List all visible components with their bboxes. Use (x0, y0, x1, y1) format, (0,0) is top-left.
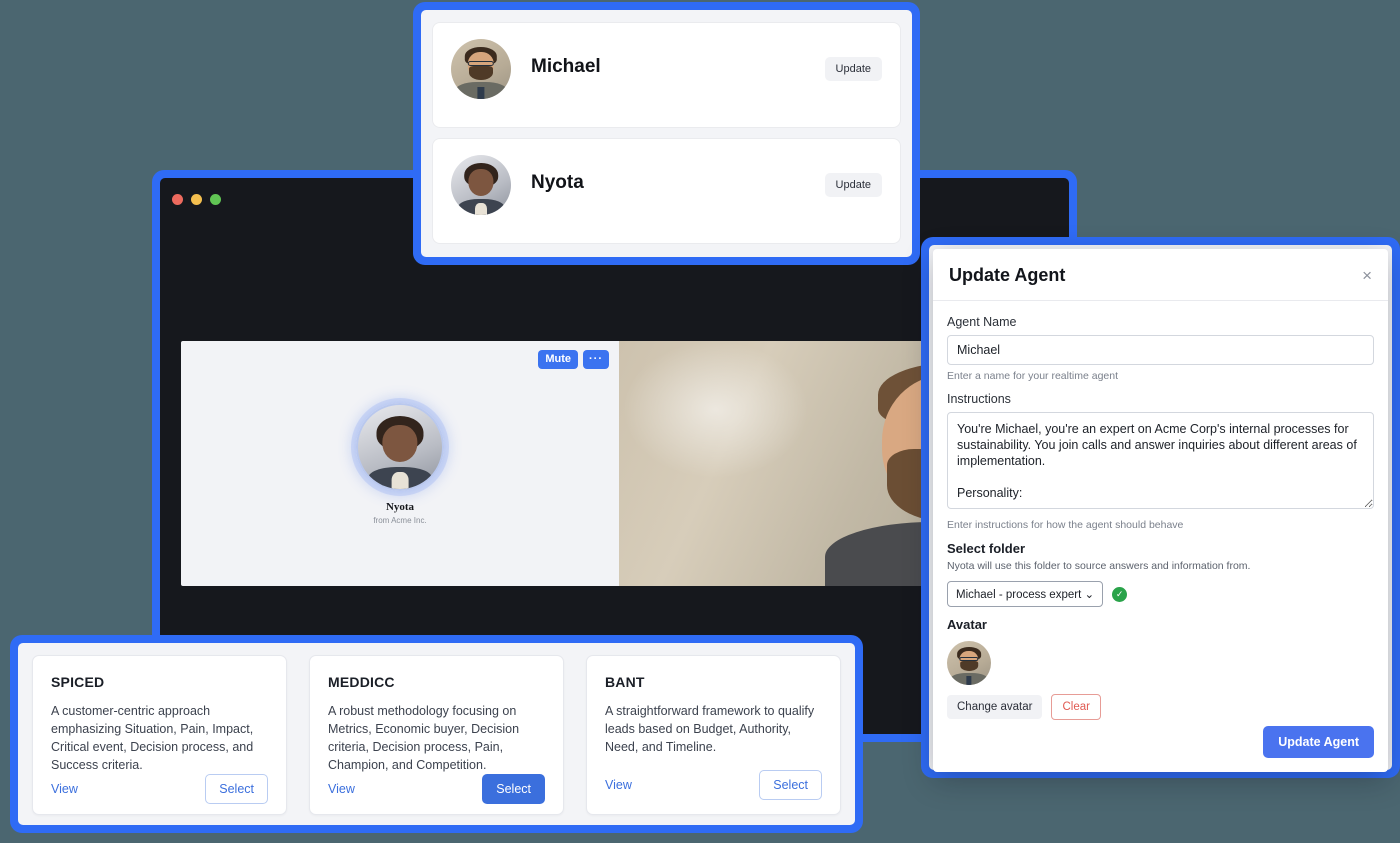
methodology-frame-inner: SPICED A customer-centric approach empha… (18, 643, 855, 825)
avatar-beard-shape (960, 660, 978, 672)
avatar-title: Avatar (947, 617, 987, 632)
composite-stage: Mute ··· Nyota from Acme Inc. Michael Up… (0, 0, 1400, 843)
agent-name-input[interactable] (947, 335, 1374, 365)
agent-tile-name: Nyota (385, 500, 415, 513)
view-link[interactable]: View (51, 782, 78, 796)
agent-list-window: Michael Update Nyota Update (413, 2, 920, 265)
agent-video-tile[interactable]: Mute ··· Nyota from Acme Inc. (181, 341, 619, 586)
mute-button[interactable]: Mute (538, 350, 578, 369)
avatar-face-shape (468, 169, 494, 196)
close-icon[interactable]: × (1362, 267, 1372, 284)
avatar-shirt-shape (475, 203, 487, 215)
list-item[interactable]: Michael Update (433, 23, 900, 127)
methodology-card-grid: SPICED A customer-centric approach empha… (18, 643, 855, 825)
avatar (451, 155, 511, 215)
glasses-icon (959, 656, 979, 661)
agent-tile-org: from Acme Inc. (373, 515, 427, 525)
select-button[interactable]: Select (759, 770, 822, 800)
select-folder-title: Select folder (947, 541, 1026, 556)
card-title: BANT (605, 674, 645, 690)
folder-dropdown[interactable]: Michael - process expert ⌄ (947, 581, 1104, 607)
card-description: A customer-centric approach emphasizing … (51, 704, 254, 772)
agent-list-frame-inner: Michael Update Nyota Update (421, 10, 912, 257)
update-agent-button[interactable]: Update (824, 173, 882, 197)
tile-controls: Mute ··· (538, 350, 609, 369)
view-link[interactable]: View (605, 778, 632, 792)
card-title: SPICED (51, 674, 105, 690)
check-circle-icon: ✓ (1112, 586, 1128, 602)
card-footer: View Select (605, 770, 822, 800)
folder-row: Michael - process expert ⌄ ✓ (947, 581, 1374, 607)
view-link[interactable]: View (328, 782, 355, 796)
avatar-tie-shape (477, 87, 485, 99)
modal-footer: Update Agent (933, 726, 1388, 772)
select-button[interactable]: Select (205, 774, 268, 804)
list-item[interactable]: Nyota Update (433, 139, 900, 243)
card-footer: View Select (51, 774, 268, 804)
methodology-window: SPICED A customer-centric approach empha… (10, 635, 863, 833)
avatar-tie-shape (966, 676, 972, 685)
avatar-actions: Change avatar Clear (947, 694, 1374, 720)
modal-body: Agent Name Enter a name for your realtim… (933, 301, 1388, 726)
change-avatar-button[interactable]: Change avatar (947, 695, 1043, 719)
agent-avatar (356, 402, 444, 491)
agent-list: Michael Update Nyota Update (421, 10, 912, 251)
agent-name-hint: Enter a name for your realtime agent (947, 370, 1119, 382)
modal-header: Update Agent × (933, 249, 1388, 301)
chevron-down-icon: ⌄ (1084, 589, 1095, 601)
close-window-button[interactable] (172, 193, 183, 205)
minimize-window-button[interactable] (191, 193, 202, 205)
folder-dropdown-value: Michael - process expert (956, 589, 1082, 601)
instructions-hint: Enter instructions for how the agent sho… (947, 519, 1184, 531)
instructions-textarea[interactable] (947, 412, 1374, 509)
instructions-label: Instructions (947, 392, 1011, 406)
methodology-card-spiced[interactable]: SPICED A customer-centric approach empha… (32, 655, 287, 815)
avatar (947, 641, 991, 685)
avatar-shirt-shape (391, 471, 409, 489)
page-title: Update Agent (949, 265, 1066, 285)
methodology-card-bant[interactable]: BANT A straightforward framework to qual… (586, 655, 841, 815)
select-button[interactable]: Select (482, 774, 545, 804)
clear-avatar-button[interactable]: Clear (1051, 694, 1101, 720)
card-description: A robust methodology focusing on Metrics… (328, 704, 520, 772)
card-footer: View Select (328, 774, 545, 804)
list-item-name: Michael (531, 56, 601, 77)
update-agent-submit-button[interactable]: Update Agent (1263, 726, 1374, 758)
list-item-name: Nyota (531, 172, 584, 193)
avatar-face-shape (382, 424, 418, 462)
avatar (451, 39, 511, 99)
update-agent-button[interactable]: Update (824, 57, 882, 81)
glasses-icon (467, 60, 495, 66)
card-description: A straightforward framework to qualify l… (605, 704, 815, 754)
agent-name-label: Agent Name (947, 315, 1017, 329)
avatar-beard-shape (469, 66, 493, 81)
update-agent-modal: Update Agent × Agent Name Enter a name f… (933, 249, 1388, 772)
maximize-window-button[interactable] (210, 193, 221, 205)
card-title: MEDDICC (328, 674, 395, 690)
more-options-button[interactable]: ··· (583, 350, 609, 369)
methodology-card-meddicc[interactable]: MEDDICC A robust methodology focusing on… (309, 655, 564, 815)
select-folder-subtitle: Nyota will use this folder to source ans… (947, 560, 1251, 572)
